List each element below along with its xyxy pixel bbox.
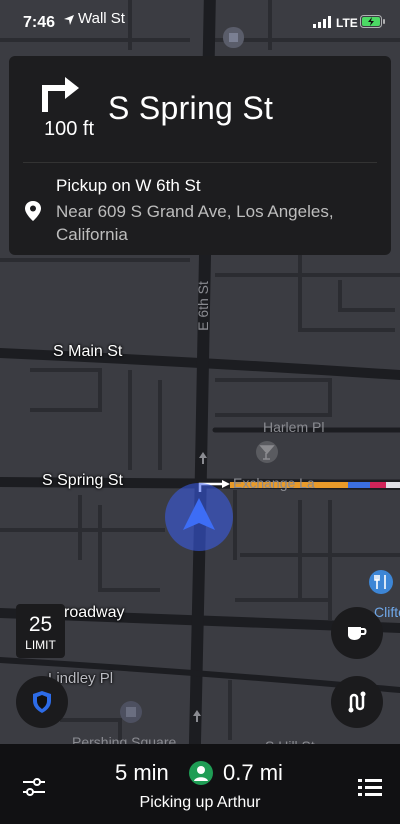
location-arrow-icon: [64, 15, 74, 25]
pickup-address: Near 609 S Grand Ave, Los Angeles, Calif…: [56, 202, 334, 244]
route-overview-button[interactable]: [331, 676, 383, 728]
shield-icon: [33, 691, 51, 713]
network-label: LTE: [336, 16, 358, 30]
status-location-label: Wall St: [78, 10, 125, 27]
map-label-e6th-st: E 6th St: [194, 281, 211, 331]
speed-limit-label: LIMIT: [25, 638, 56, 652]
trip-bottom-bar[interactable]: 5 min 0.7 mi Picking up Arthur: [0, 744, 400, 824]
trip-eta: 5 min: [115, 760, 169, 785]
battery-charging-icon: [360, 15, 385, 28]
safety-shield-button[interactable]: [16, 676, 68, 728]
trip-distance: 0.7 mi: [223, 760, 283, 785]
map-label-broadway: roadway: [64, 604, 125, 621]
list-icon[interactable]: [358, 778, 382, 798]
status-time: 7:46: [23, 14, 56, 31]
speed-limit-value: 25: [28, 613, 53, 636]
card-divider: [23, 162, 377, 163]
coffee-button[interactable]: [331, 607, 383, 659]
map-label-spring-st: S Spring St: [42, 472, 123, 489]
map-label-harlem-pl: Harlem Pl: [263, 419, 325, 435]
turn-right-icon: [42, 77, 79, 112]
trip-status: Picking up Arthur: [139, 794, 261, 811]
turn-distance: 100 ft: [43, 118, 95, 140]
pickup-title: Pickup on W 6th St: [56, 176, 201, 195]
person-icon: [189, 761, 213, 785]
signal-icon: [313, 16, 331, 28]
route-icon: [348, 691, 366, 713]
next-street-name: S Spring St: [108, 90, 274, 126]
speed-limit-sign: 25 LIMIT: [16, 604, 65, 658]
coffee-cup-icon: [348, 627, 367, 640]
location-pin-icon: [25, 201, 41, 221]
map-label-exchange-la: Exchange La: [233, 475, 315, 491]
map-label-main-st: S Main St: [53, 343, 123, 360]
navigation-card[interactable]: 100 ft S Spring St Pickup on W 6th St Ne…: [9, 56, 391, 255]
status-bar: 7:46 Wall St LTE: [0, 0, 400, 40]
